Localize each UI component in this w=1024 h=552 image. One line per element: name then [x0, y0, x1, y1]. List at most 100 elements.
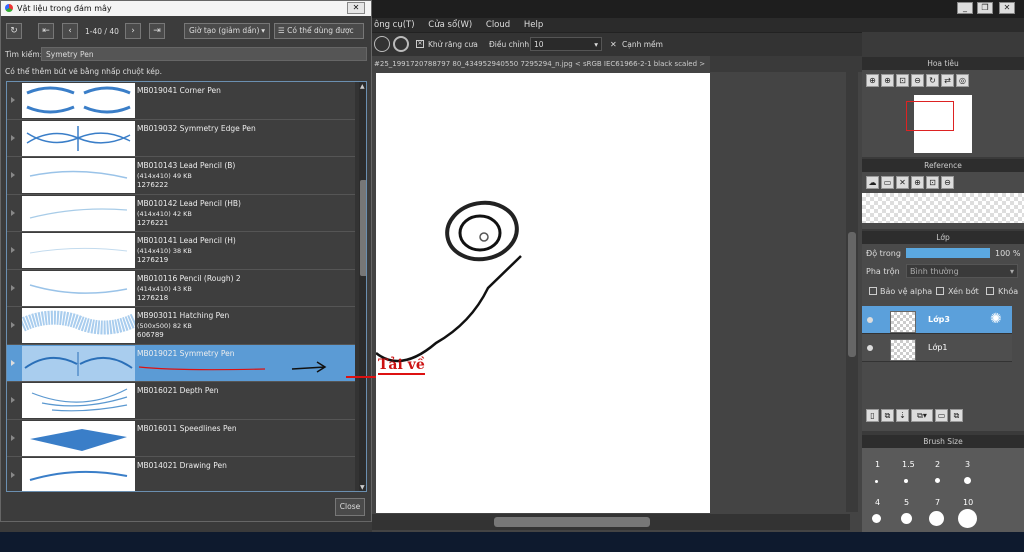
usable-toggle-button[interactable]: ☰ Có thể dùng được — [274, 23, 364, 39]
alpha-checkbox[interactable] — [869, 287, 877, 295]
antialias-checkbox[interactable]: ✕ — [416, 40, 424, 48]
expand-icon[interactable] — [11, 97, 15, 103]
zoom-in-icon[interactable]: ⊕ — [911, 176, 924, 189]
zoom-in-icon[interactable]: ⊕ — [866, 74, 879, 87]
fit-icon[interactable]: ⊡ — [926, 176, 939, 189]
copy-layer-icon[interactable]: ⧉ — [881, 409, 894, 422]
navigator-preview[interactable] — [906, 95, 972, 153]
add-layer-menu-icon[interactable]: ⧉▾ — [911, 409, 933, 422]
scroll-thumb[interactable] — [848, 232, 856, 357]
clip-checkbox[interactable] — [936, 287, 944, 295]
cloud-upload-icon[interactable]: ☁ — [866, 176, 879, 189]
next-page-button[interactable]: › — [125, 23, 141, 39]
prev-page-button[interactable]: ‹ — [62, 23, 78, 39]
folder-icon[interactable]: ▭ — [935, 409, 948, 422]
size-10[interactable]: 10 — [963, 498, 973, 507]
expand-icon[interactable] — [11, 172, 15, 178]
expand-icon[interactable] — [11, 472, 15, 478]
layer-row-lop1[interactable]: Lớp1 — [862, 334, 1012, 362]
list-item-selected[interactable]: MB019021 Symmetry Pen — [7, 344, 355, 382]
fit-icon[interactable]: ⊡ — [896, 74, 909, 87]
minimize-icon[interactable]: _ — [957, 2, 973, 14]
visibility-icon[interactable] — [867, 345, 873, 351]
expand-icon[interactable] — [11, 247, 15, 253]
size-dot[interactable] — [935, 478, 940, 483]
size-1-5[interactable]: 1.5 — [902, 460, 915, 469]
size-2[interactable]: 2 — [935, 460, 940, 469]
size-3[interactable]: 3 — [965, 460, 970, 469]
size-5[interactable]: 5 — [904, 498, 909, 507]
size-dot[interactable] — [958, 509, 977, 528]
reset-icon[interactable]: ◎ — [956, 74, 969, 87]
list-item[interactable]: MB903011 Hatching Pen (500x500) 82 KB 60… — [7, 307, 355, 345]
scroll-down-icon[interactable]: ▼ — [360, 484, 365, 491]
menu-window[interactable]: Cửa sổ(W) — [428, 20, 472, 30]
dialog-close-icon[interactable]: ✕ — [347, 2, 365, 14]
expand-icon[interactable] — [11, 397, 15, 403]
folder-icon[interactable]: ▭ — [881, 176, 894, 189]
size-1[interactable]: 1 — [875, 460, 880, 469]
list-item[interactable]: MB014021 Drawing Pen — [7, 457, 355, 491]
expand-icon[interactable] — [11, 434, 15, 441]
list-item[interactable]: MB019041 Corner Pen — [7, 82, 355, 120]
lock-checkbox[interactable] — [986, 287, 994, 295]
sort-select[interactable]: Giờ tạo (giảm dần) ▾ — [184, 23, 270, 39]
size-dot[interactable] — [875, 480, 878, 483]
menu-help[interactable]: Help — [524, 20, 543, 30]
rotate-icon[interactable]: ↻ — [926, 74, 939, 87]
size-dot[interactable] — [901, 513, 912, 524]
opacity-slider[interactable] — [906, 248, 990, 258]
size-dot[interactable] — [964, 477, 971, 484]
adjust-select[interactable]: 10 ▾ — [530, 37, 602, 51]
expand-icon[interactable] — [11, 359, 15, 366]
list-item[interactable]: MB010116 Pencil (Rough) 2 (414x410) 43 K… — [7, 269, 355, 307]
layer-row-lop3[interactable]: Lớp3 ✺ — [862, 306, 1012, 334]
close-button[interactable]: Close — [335, 498, 365, 516]
expand-icon[interactable] — [11, 134, 15, 141]
menu-cloud[interactable]: Cloud — [486, 20, 510, 30]
list-item[interactable]: MB019032 Symmetry Edge Pen — [7, 119, 355, 157]
document-tab[interactable]: #25_1991720788797 80_434952940550 729529… — [372, 56, 710, 72]
merge-layer-icon[interactable]: ⇣ — [896, 409, 909, 422]
list-item[interactable]: MB010143 Lead Pencil (B) (414x410) 49 KB… — [7, 157, 355, 195]
scroll-up-icon[interactable]: ▲ — [360, 83, 365, 90]
expand-icon[interactable] — [11, 209, 15, 216]
zoom-out-icon[interactable]: ⊖ — [911, 74, 924, 87]
delete-icon[interactable]: ✕ — [896, 176, 909, 189]
gear-icon[interactable] — [393, 36, 409, 52]
size-4[interactable]: 4 — [875, 498, 880, 507]
size-dot[interactable] — [929, 511, 944, 526]
canvas-horizontal-scrollbar[interactable] — [372, 514, 850, 530]
last-page-button[interactable]: ⇥ — [149, 23, 165, 39]
close-icon[interactable]: ✕ — [999, 2, 1015, 14]
visibility-icon[interactable] — [867, 317, 873, 323]
first-page-button[interactable]: ⇤ — [38, 23, 54, 39]
canvas-vertical-scrollbar[interactable] — [846, 72, 858, 512]
size-7[interactable]: 7 — [935, 498, 940, 507]
list-item[interactable]: MB016021 Depth Pen — [7, 382, 355, 420]
list-item[interactable]: MB010142 Lead Pencil (HB) (414x410) 42 K… — [7, 194, 355, 232]
list-item[interactable]: MB016011 Speedlines Pen — [7, 419, 355, 457]
gear-icon[interactable]: ✺ — [990, 311, 1002, 327]
scroll-thumb[interactable] — [494, 517, 650, 527]
navigator-viewport[interactable] — [906, 101, 954, 131]
flip-icon[interactable]: ⇄ — [941, 74, 954, 87]
expand-icon[interactable] — [11, 322, 15, 328]
search-input[interactable]: Symetry Pen — [41, 47, 367, 61]
material-list[interactable]: MB019041 Corner Pen MB019032 Symmetry Ed… — [6, 81, 367, 492]
size-dot[interactable] — [872, 514, 881, 523]
duplicate-icon[interactable]: ⧉ — [950, 409, 963, 422]
list-scrollbar[interactable]: ▲ ▼ — [359, 82, 366, 491]
restore-icon[interactable]: ❐ — [977, 2, 993, 14]
blend-select[interactable]: Bình thường ▾ — [906, 264, 1018, 278]
new-layer-icon[interactable]: ▯ — [866, 409, 879, 422]
list-item[interactable]: MB010141 Lead Pencil (H) (414x410) 38 KB… — [7, 232, 355, 270]
drawing-canvas[interactable] — [375, 73, 710, 513]
zoom-in-icon[interactable]: ⊕ — [881, 74, 894, 87]
expand-icon[interactable] — [11, 284, 15, 291]
smooth-checkbox[interactable]: ✕ — [610, 40, 617, 49]
refresh-button[interactable]: ↻ — [6, 23, 22, 39]
size-dot[interactable] — [904, 479, 908, 483]
zoom-out-icon[interactable]: ⊖ — [941, 176, 954, 189]
scroll-thumb[interactable] — [360, 180, 366, 276]
